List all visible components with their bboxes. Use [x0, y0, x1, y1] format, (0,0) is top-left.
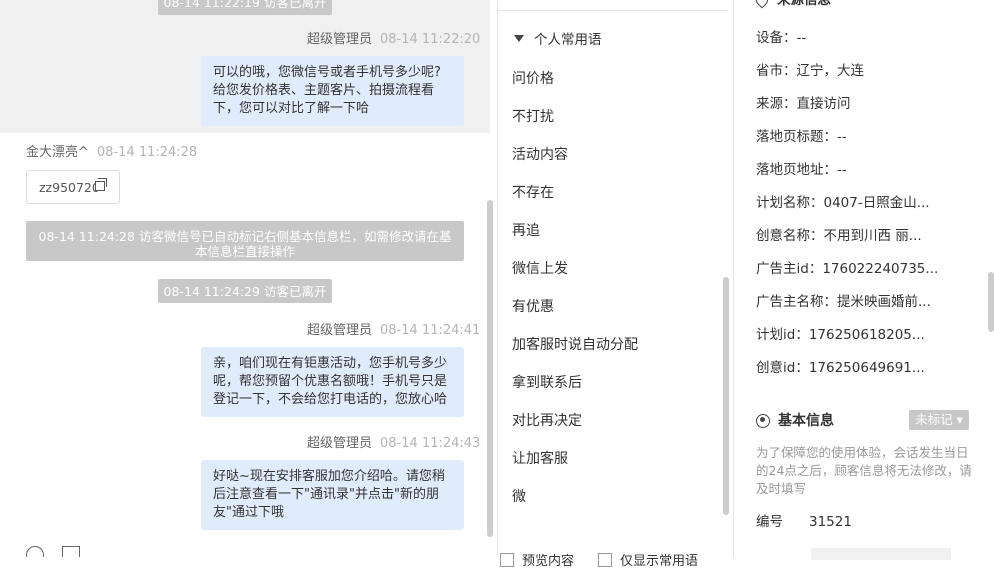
phrase-item[interactable]: 微 — [512, 488, 526, 506]
info-value: 直接访问 — [796, 96, 851, 112]
visitor-message-chip[interactable]: zz950720 — [26, 170, 120, 204]
mark-status-label: 未标记 — [915, 412, 953, 427]
info-value: 176250649691... — [808, 360, 925, 376]
message-meta: 超级管理员 08-14 11:22:20 — [307, 32, 480, 48]
agent-message: 亲，咱们现在有钜惠活动，您手机号多少呢，帮您预留个优惠名额哦！手机号只是登记一下… — [201, 347, 464, 417]
info-label: 计划名称： — [756, 195, 824, 211]
info-row-plan-id: 计划id：176250618205... — [756, 326, 925, 344]
info-value: -- — [837, 129, 847, 145]
system-message: 08-14 11:24:28 访客微信号已自动标记右侧基本信息栏，如需修改请在基… — [26, 221, 464, 261]
source-section-title: 来源信息 — [777, 0, 831, 8]
info-label: 来源： — [756, 96, 797, 112]
phrase-group-label: 个人常用语 — [534, 32, 602, 48]
phrase-item[interactable]: 拿到联系后 — [512, 374, 582, 392]
info-label: 创意名称： — [756, 228, 824, 244]
info-row-landing-url: 落地页地址：-- — [756, 161, 847, 179]
info-label: 计划id： — [756, 327, 809, 343]
message-time: 08-14 11:24:28 — [96, 145, 198, 160]
info-scrollbar[interactable] — [988, 272, 994, 332]
info-row-city: 省市：辽宁，大连 — [756, 62, 864, 80]
message-time: 08-14 11:24:43 — [380, 436, 481, 451]
info-panel: 来源信息 设备：-- 省市：辽宁，大连 来源：直接访问 落地页标题：-- 落地页… — [735, 0, 994, 560]
sender-name: 超级管理员 — [307, 436, 373, 451]
phrase-item[interactable]: 再追 — [512, 222, 540, 240]
user-circle-icon — [756, 414, 770, 428]
info-row-advertiser-id: 广告主id：176022240735... — [756, 260, 938, 278]
caret-down-icon — [514, 35, 524, 42]
info-label: 落地页标题： — [756, 129, 837, 145]
sender-name: 超级管理员 — [307, 32, 373, 47]
info-label: 广告主名称： — [756, 294, 837, 310]
info-value: 辽宁，大连 — [796, 63, 865, 79]
info-value: 提米映画婚前... — [837, 294, 931, 310]
info-row-landing-title: 落地页标题：-- — [756, 128, 847, 146]
info-value: 176250618205... — [808, 327, 925, 343]
phrase-item[interactable]: 问价格 — [512, 70, 554, 88]
info-value: 0407-日照金山... — [823, 195, 930, 211]
image-icon[interactable] — [62, 546, 80, 557]
basic-info-note: 为了保障您的使用体验，会话发生当日的24点之后，顾客信息将无法修改，请及时填写 — [756, 445, 972, 496]
location-icon — [753, 0, 771, 9]
message-meta: 超级管理员 08-14 11:24:41 — [307, 323, 480, 339]
info-row-device: 设备：-- — [756, 29, 806, 47]
phrase-item[interactable]: 微信上发 — [512, 260, 568, 278]
common-only-checkbox[interactable]: 仅显示常用语 — [598, 550, 698, 569]
info-label: 省市： — [756, 63, 797, 79]
info-row-id: 编号 31521 — [756, 513, 852, 531]
agent-message: 可以的哦，您微信号或者手机号多少呢?给您发价格表、主题客片、拍摄流程看下，您可以… — [201, 56, 464, 126]
phrases-panel: 个人常用语 问价格 不打扰 活动内容 不存在 再追 微信上发 有优惠 加客服时说… — [497, 0, 734, 569]
info-label: 落地页地址： — [756, 162, 837, 178]
info-row-plan-name: 计划名称：0407-日照金山... — [756, 194, 930, 212]
phrase-item[interactable]: 加客服时说自动分配 — [512, 336, 638, 354]
info-row-creative-name: 创意名称：不用到川西 丽... — [756, 227, 922, 245]
info-row-creative-id: 创意id：176250649691... — [756, 359, 925, 377]
phrase-item[interactable]: 不存在 — [512, 184, 554, 202]
info-label: 广告主id： — [756, 261, 823, 277]
info-value: 31521 — [809, 514, 852, 530]
info-row-source: 来源：直接访问 — [756, 95, 851, 113]
preview-checkbox[interactable]: 预览内容 — [500, 550, 574, 569]
checkbox-box[interactable] — [500, 553, 514, 567]
checkbox-label: 仅显示常用语 — [620, 554, 699, 569]
sender-name: 超级管理员 — [307, 323, 373, 338]
message-time: 08-14 11:24:41 — [380, 323, 481, 338]
emoji-icon[interactable] — [26, 546, 44, 557]
visitor-name: 金大漂亮^ — [26, 145, 89, 160]
phrase-group-header[interactable]: 个人常用语 — [514, 28, 602, 48]
phrase-item[interactable]: 让加客服 — [512, 450, 568, 468]
chat-panel: 08-14 11:22:19 访客已离开 超级管理员 08-14 11:22:20… — [0, 0, 496, 557]
info-label: 编号 — [756, 514, 783, 530]
phrases-scrollbar[interactable] — [723, 277, 729, 515]
info-value: 不用到川西 丽... — [823, 228, 922, 244]
info-row-advertiser-name: 广告主名称：提米映画婚前... — [756, 293, 931, 311]
phrase-item[interactable]: 活动内容 — [512, 146, 568, 164]
phrase-item[interactable]: 有优惠 — [512, 298, 554, 316]
divider — [498, 10, 728, 11]
message-time: 08-14 11:22:20 — [380, 32, 481, 47]
mark-status-dropdown[interactable]: 未标记 ▾ — [909, 410, 969, 430]
basic-info-label: 基本信息 — [778, 413, 834, 429]
visitor-meta: 金大漂亮^ 08-14 11:24:28 — [26, 145, 197, 161]
checkbox-label: 预览内容 — [522, 554, 575, 569]
basic-info-title: 基本信息 — [756, 410, 834, 430]
info-value: 176022240735... — [822, 261, 939, 277]
info-label: 设备： — [756, 30, 797, 46]
system-message-top: 08-14 11:22:19 访客已离开 — [158, 0, 332, 15]
chat-scrollbar[interactable] — [487, 200, 493, 537]
info-value: -- — [796, 30, 807, 46]
copy-icon[interactable] — [95, 178, 107, 191]
input-field-stub[interactable] — [811, 548, 951, 560]
checkbox-box[interactable] — [598, 553, 612, 567]
info-value: -- — [837, 162, 847, 178]
wechat-id-text: zz950720 — [39, 180, 100, 195]
phrase-item[interactable]: 对比再决定 — [512, 412, 582, 430]
agent-message: 好哒~现在安排客服加您介绍哈。请您稍后注意查看一下"通讯录"并点击"新的朋友"通… — [201, 460, 464, 530]
message-meta: 超级管理员 08-14 11:24:43 — [307, 436, 480, 452]
phrase-item[interactable]: 不打扰 — [512, 108, 554, 126]
system-message: 08-14 11:24:29 访客已离开 — [158, 279, 332, 303]
info-label: 创意id： — [756, 360, 809, 376]
